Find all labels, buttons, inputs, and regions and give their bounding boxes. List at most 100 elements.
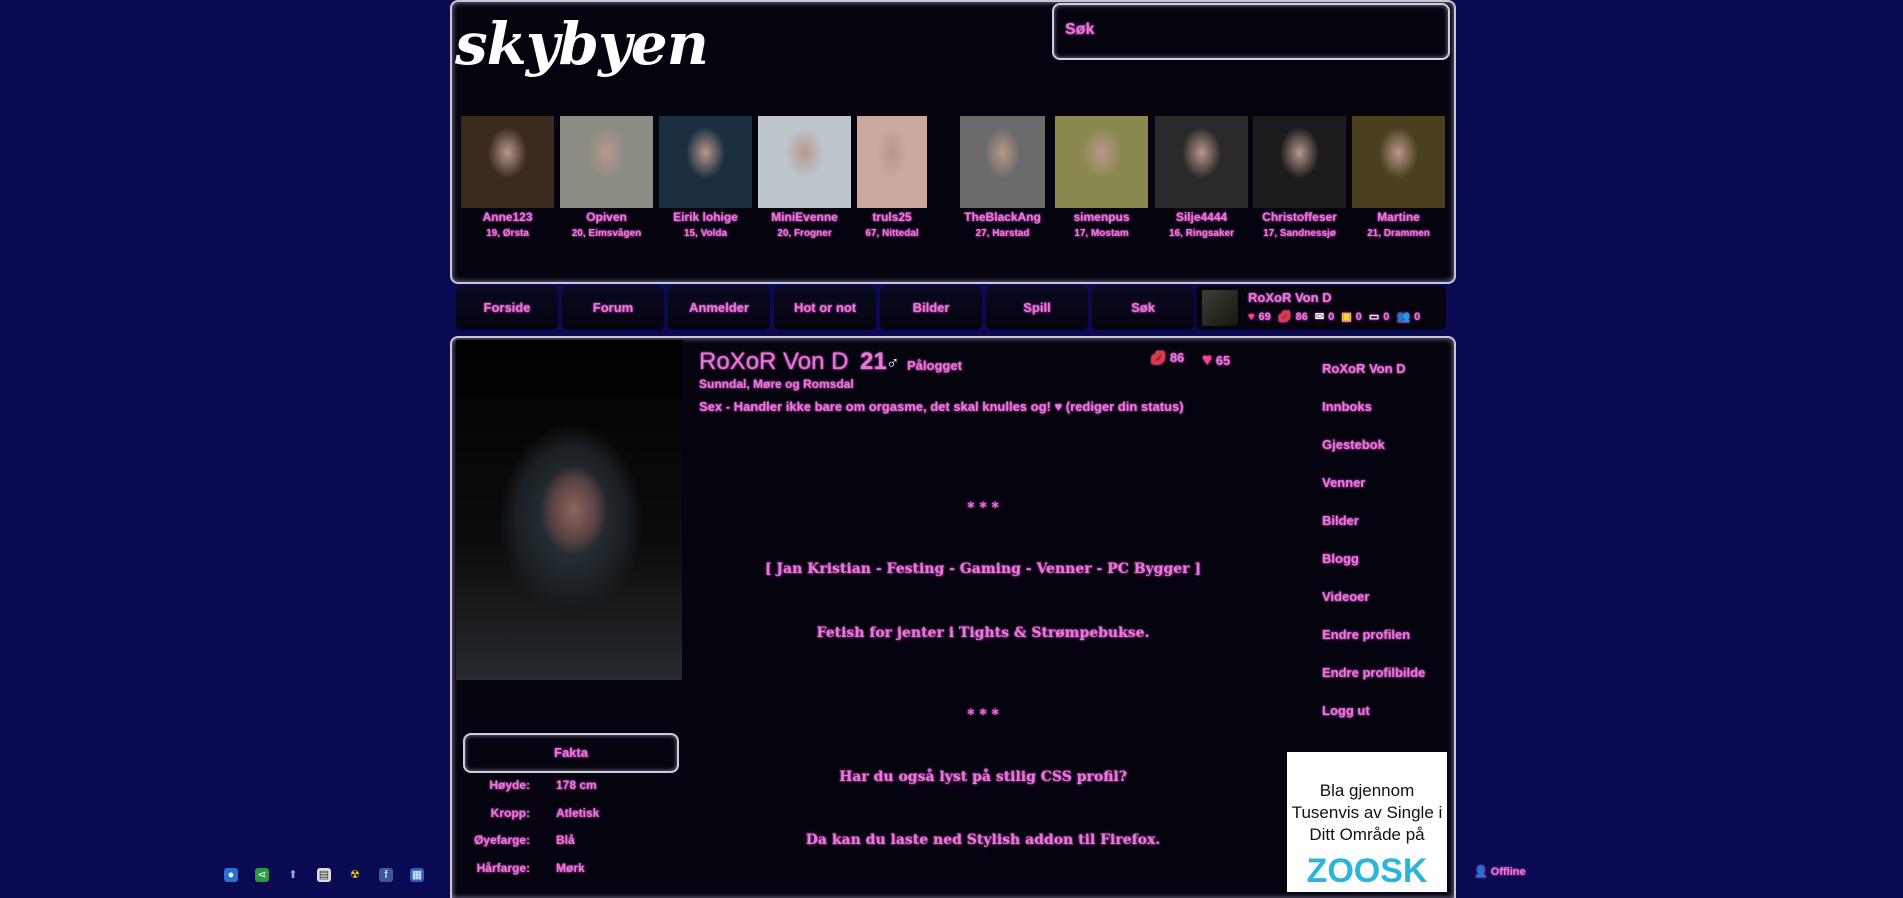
member-thumbnail[interactable] (758, 116, 851, 208)
profile-age: 21 (860, 348, 887, 375)
site-logo[interactable]: skybyen (455, 10, 709, 90)
nav-spill[interactable]: Spill (986, 286, 1088, 330)
nav-forside[interactable]: Forside (456, 286, 558, 330)
pics-count[interactable]: 0 (1356, 311, 1362, 323)
friends-count[interactable]: 0 (1414, 311, 1420, 323)
share-icon[interactable]: ⋖ (255, 868, 269, 882)
nav-bilder[interactable]: Bilder (880, 286, 982, 330)
member-name[interactable]: TheBlackAng (956, 210, 1049, 224)
member-name[interactable]: Opiven (556, 210, 657, 224)
menu-item-venner[interactable]: Venner (1322, 475, 1365, 490)
member-thumbnail[interactable] (960, 116, 1045, 208)
notes-count[interactable]: 0 (1383, 311, 1389, 323)
online-status: Pålogget (907, 358, 962, 373)
fact-key: Hårfarge: (476, 861, 530, 875)
heart-icon: ♥ (1248, 311, 1255, 323)
nav-hot-or-not[interactable]: Hot or not (774, 286, 876, 330)
member-thumbnail[interactable] (1352, 116, 1445, 208)
member-thumbnail[interactable] (1253, 116, 1346, 208)
menu-item-bilder[interactable]: Bilder (1322, 513, 1359, 528)
member-name[interactable]: truls25 (853, 210, 931, 224)
mail-icon: ✉ (1314, 311, 1325, 323)
member-thumbnail[interactable] (560, 116, 653, 208)
menu-item-roxor-von-d[interactable]: RoXoR Von D (1322, 361, 1406, 376)
member-thumbnail[interactable] (1055, 116, 1148, 208)
member-name[interactable]: Anne123 (457, 210, 558, 224)
member-name[interactable]: Christoffeser (1249, 210, 1350, 224)
member-info: 20, Frogner (777, 228, 832, 239)
member-thumbnail[interactable] (857, 116, 927, 208)
menu-item-videoer[interactable]: Videoer (1322, 589, 1369, 604)
radiation-icon[interactable]: ☢ (348, 868, 362, 882)
user-stats: ♥ 69 💋 86 ✉ 0 ▣ 0 ▭ 0 👥 0 (1248, 310, 1424, 323)
menu-item-endre-profilen[interactable]: Endre profilen (1322, 627, 1410, 642)
bio-line: * * * (967, 500, 999, 516)
member-thumbnail[interactable] (659, 116, 752, 208)
member-thumbnail[interactable] (1155, 116, 1248, 208)
chat-offline-status[interactable]: 👤 Offline (1474, 865, 1526, 878)
note-icon: ▭ (1368, 311, 1380, 323)
member-info: 67, Nittedal (865, 228, 919, 239)
fact-key: Kropp: (490, 806, 530, 820)
chat-icon[interactable]: ▤ (317, 868, 331, 882)
member-name[interactable]: MiniEvenne (754, 210, 855, 224)
member-info: 17, Sandnessjø (1263, 228, 1336, 239)
menu-item-gjestebok[interactable]: Gjestebok (1322, 437, 1385, 452)
nav-anmelder[interactable]: Anmelder (668, 286, 770, 330)
user-name[interactable]: RoXoR Von D (1248, 290, 1332, 305)
profile-photo[interactable] (456, 340, 682, 680)
member-thumbnail[interactable] (461, 116, 554, 208)
fact-key: Øyefarge: (473, 833, 530, 847)
profile-name: RoXoR Von D (699, 348, 849, 375)
offline-label: Offline (1490, 866, 1526, 878)
avatar[interactable] (1202, 290, 1238, 326)
member-name[interactable]: simenpus (1051, 210, 1152, 224)
bio-line: [ Jan Kristian - Festing - Gaming - Venn… (764, 561, 1202, 577)
id-card-icon[interactable]: ▦ (410, 868, 424, 882)
nav-forum[interactable]: Forum (562, 286, 664, 330)
fact-value: 178 cm (556, 778, 597, 792)
ad-logo: ZOOSK (1306, 852, 1428, 890)
search-label: Søk (1065, 21, 1095, 38)
fact-key: Høyde: (489, 778, 530, 792)
lips-icon: 💋 (1150, 350, 1167, 365)
ad-text: Bla gjennom Tusenvis av Single i Ditt Om… (1291, 781, 1443, 844)
member-name[interactable]: Eirik lohige (655, 210, 756, 224)
user-box: RoXoR Von D ♥ 69 💋 86 ✉ 0 ▣ 0 ▭ 0 👥 0 (1196, 286, 1446, 330)
picture-icon: ▣ (1341, 311, 1352, 323)
person-icon: 👤 (1474, 866, 1488, 878)
facebook-icon[interactable]: f (379, 868, 393, 882)
globe-icon[interactable]: ● (224, 868, 238, 882)
member-info: 21, Drammen (1367, 228, 1430, 239)
profile-lips[interactable]: 💋 86 (1150, 350, 1184, 366)
profile-status[interactable]: Sex - Handler ikke bare om orgasme, det … (699, 399, 1184, 414)
hearts-count[interactable]: 69 (1259, 311, 1271, 323)
male-icon: ♂ (886, 353, 900, 373)
fact-value: Mørk (556, 861, 585, 875)
lips-count[interactable]: 86 (1296, 311, 1308, 323)
member-info: 20, Eimsvågen (571, 228, 642, 239)
advertisement[interactable]: Bla gjennom Tusenvis av Single i Ditt Om… (1287, 752, 1447, 892)
member-info: 17, Mostam (1074, 228, 1129, 239)
profile-lips-count: 86 (1169, 350, 1185, 365)
facts-header: Fakta (463, 733, 679, 773)
mail-count[interactable]: 0 (1328, 311, 1334, 323)
member-name[interactable]: Silje4444 (1151, 210, 1252, 224)
menu-item-innboks[interactable]: Innboks (1322, 399, 1372, 414)
menu-item-logg-ut[interactable]: Logg ut (1322, 703, 1370, 718)
menu-item-blogg[interactable]: Blogg (1322, 551, 1359, 566)
heart-icon: ♥ (1202, 350, 1213, 369)
search-box[interactable]: Søk (1052, 3, 1450, 60)
fact-value: Atletisk (556, 806, 600, 820)
nav-søk[interactable]: Søk (1092, 286, 1194, 330)
bio-line: Da kan du laste ned Stylish addon til Fi… (805, 832, 1161, 848)
member-name[interactable]: Martine (1348, 210, 1449, 224)
up-arrow-icon[interactable]: ⬆ (286, 868, 300, 882)
profile-hearts-count: 65 (1215, 353, 1231, 368)
bio-line: * * * (967, 707, 999, 723)
profile-hearts[interactable]: ♥ 65 (1202, 350, 1230, 370)
profile-location: Sunndal, Møre og Romsdal (699, 377, 854, 391)
menu-item-endre-profilbilde[interactable]: Endre profilbilde (1322, 665, 1425, 680)
member-info: 19, Ørsta (486, 228, 529, 239)
member-info: 27, Harstad (975, 228, 1030, 239)
